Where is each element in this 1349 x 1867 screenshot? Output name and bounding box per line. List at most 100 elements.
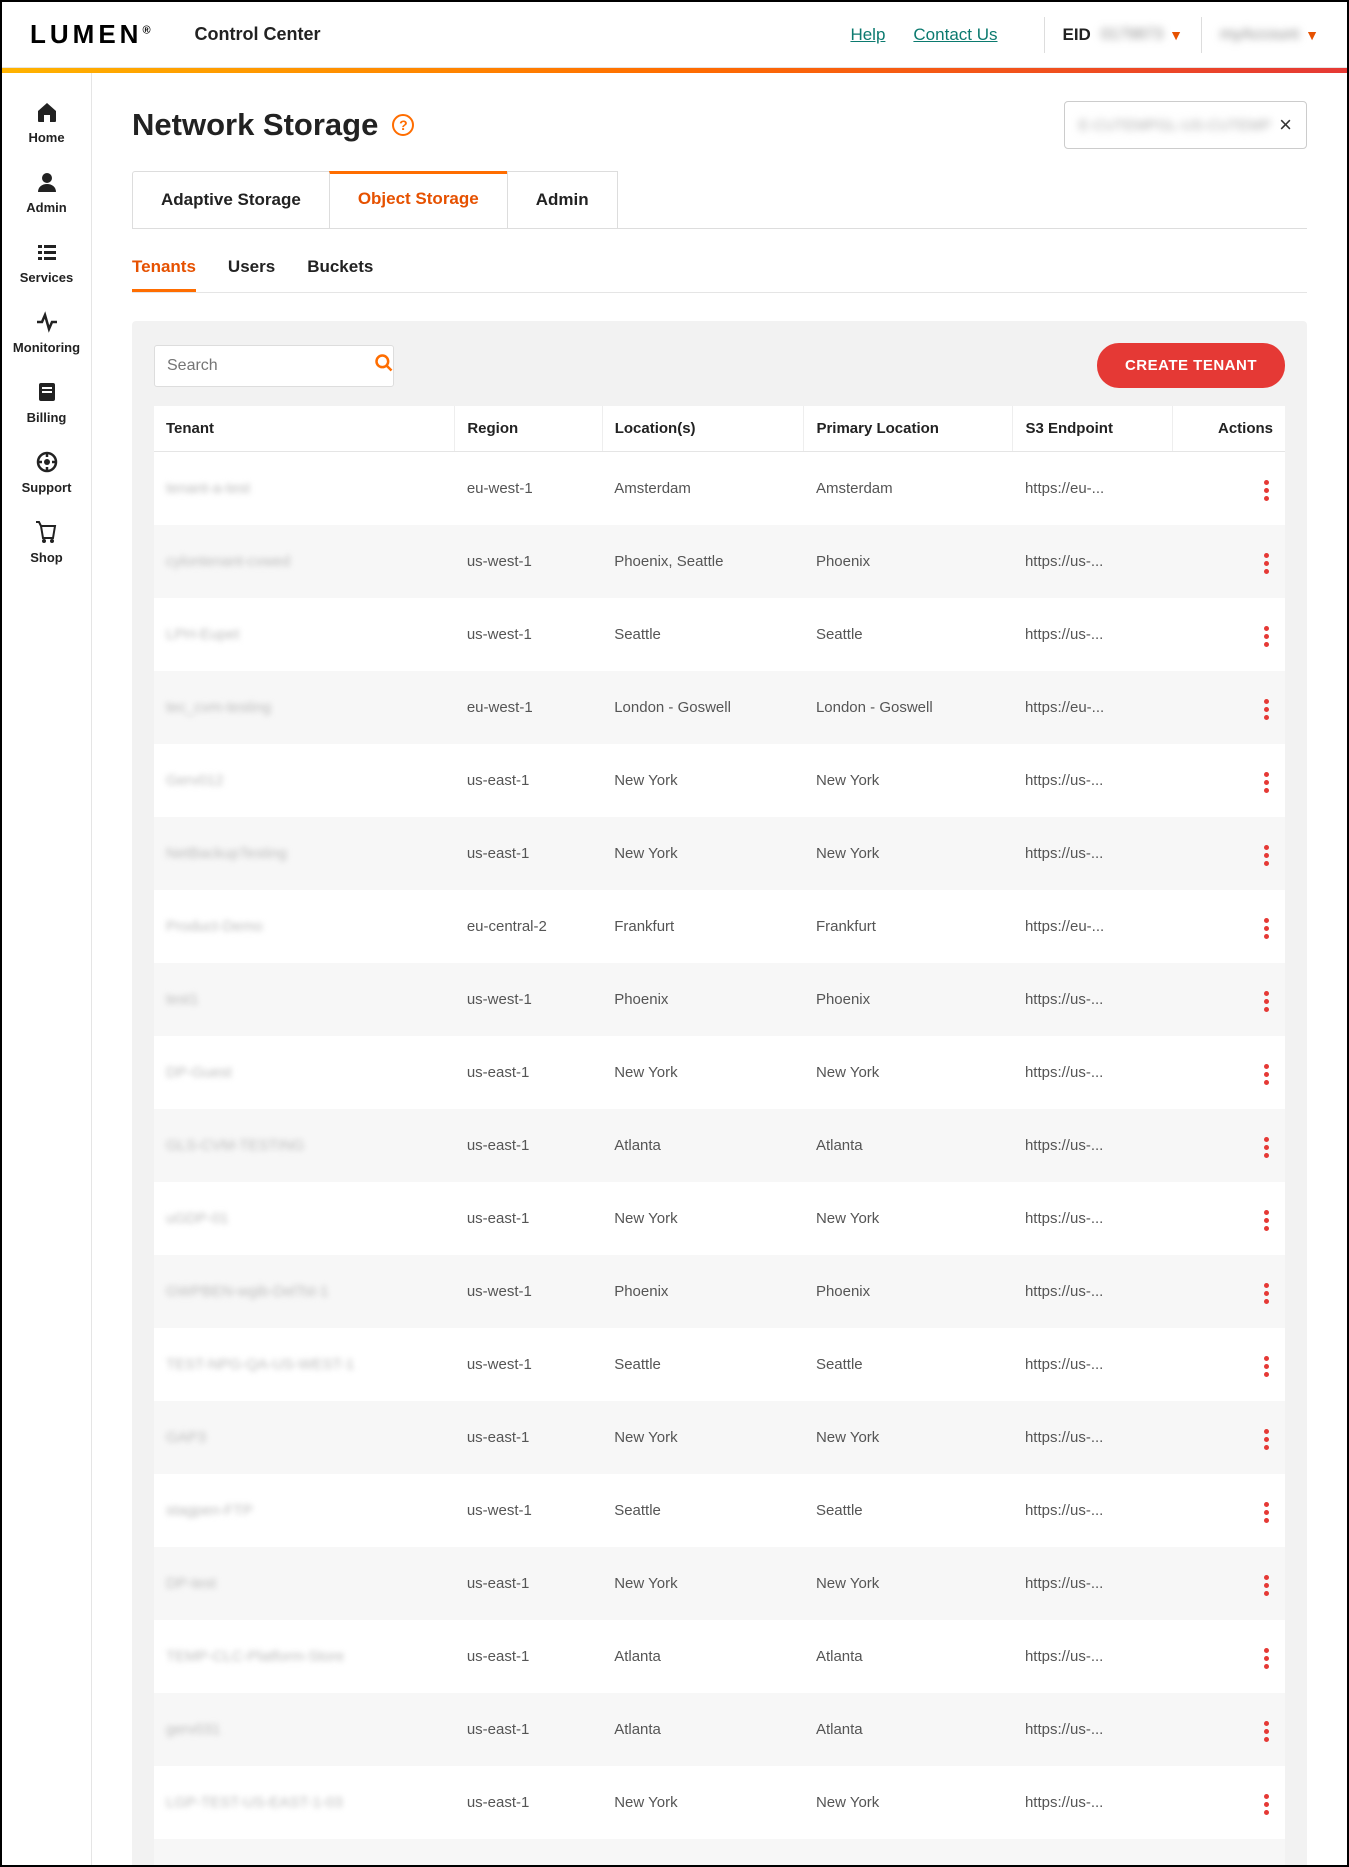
- row-actions-icon[interactable]: [1260, 1133, 1273, 1162]
- row-actions-icon[interactable]: [1260, 768, 1273, 797]
- table-row: Gerv012us-east-1New YorkNew Yorkhttps://…: [154, 744, 1285, 817]
- row-actions-icon[interactable]: [1260, 1206, 1273, 1235]
- sidebar-item-monitoring[interactable]: Monitoring: [2, 297, 91, 367]
- create-tenant-button[interactable]: CREATE TENANT: [1097, 343, 1285, 388]
- cell-region: us-east-1: [455, 1182, 602, 1255]
- sidebar-item-support[interactable]: Support: [2, 437, 91, 507]
- sidebar-item-billing[interactable]: Billing: [2, 367, 91, 437]
- context-selector[interactable]: E-CUTEMPGL-US-CUTEMP ×: [1064, 101, 1307, 149]
- app-title: Control Center: [195, 24, 321, 45]
- cell-locations: New York: [602, 817, 804, 890]
- help-link[interactable]: Help: [850, 25, 885, 45]
- home-icon: [35, 100, 59, 124]
- cell-primary: Phoenix: [804, 1255, 1013, 1328]
- cell-s3: https://us-...: [1013, 1839, 1172, 1865]
- cell-primary: Phoenix: [804, 525, 1013, 598]
- row-actions-icon[interactable]: [1260, 1498, 1273, 1527]
- row-actions-icon[interactable]: [1260, 1352, 1273, 1381]
- row-actions-icon[interactable]: [1260, 1863, 1273, 1865]
- col-primarylocation: Primary Location: [804, 406, 1013, 452]
- cell-s3: https://eu-...: [1013, 890, 1172, 963]
- cell-region: eu-central-2: [455, 890, 602, 963]
- cell-tenant: stagpen-FTP: [154, 1474, 455, 1547]
- cell-region: us-east-1: [455, 1766, 602, 1839]
- cell-primary: New York: [804, 1766, 1013, 1839]
- search-box[interactable]: [154, 345, 394, 387]
- table-row: Test-Tenant-03us-east-1Atlanta, New York…: [154, 1839, 1285, 1865]
- cell-region: us-east-1: [455, 744, 602, 817]
- cell-tenant: GLS-CVM-TESTING: [154, 1109, 455, 1182]
- cell-s3: https://us-...: [1013, 1620, 1172, 1693]
- tab-admin[interactable]: Admin: [507, 171, 618, 228]
- table-row: cylontenant-cvwedus-west-1Phoenix, Seatt…: [154, 525, 1285, 598]
- cell-region: us-east-1: [455, 1036, 602, 1109]
- cell-tenant: DP-Guest: [154, 1036, 455, 1109]
- row-actions-icon[interactable]: [1260, 1790, 1273, 1819]
- row-actions-icon[interactable]: [1260, 1060, 1273, 1089]
- sidebar-item-services[interactable]: Services: [2, 227, 91, 297]
- row-actions-icon[interactable]: [1260, 987, 1273, 1016]
- cell-tenant: GWPBEN-wgib-DelTst-1: [154, 1255, 455, 1328]
- cell-primary: New York: [804, 1547, 1013, 1620]
- admin-icon: [35, 170, 59, 194]
- table-row: DP-Guestus-east-1New YorkNew Yorkhttps:/…: [154, 1036, 1285, 1109]
- table-row: LPH-Eupetus-west-1SeattleSeattlehttps://…: [154, 598, 1285, 671]
- row-actions-icon[interactable]: [1260, 1425, 1273, 1454]
- cell-locations: Phoenix: [602, 1255, 804, 1328]
- contact-link[interactable]: Contact Us: [913, 25, 997, 45]
- row-actions-icon[interactable]: [1260, 1571, 1273, 1600]
- subtab-tenants[interactable]: Tenants: [132, 247, 196, 292]
- col-tenant: Tenant: [154, 406, 455, 452]
- cell-s3: https://us-...: [1013, 525, 1172, 598]
- table-row: NetBackupTestingus-east-1New YorkNew Yor…: [154, 817, 1285, 890]
- cell-region: eu-west-1: [455, 452, 602, 526]
- search-input[interactable]: [167, 357, 374, 375]
- cell-locations: New York: [602, 1401, 804, 1474]
- cell-tenant: DP-test: [154, 1547, 455, 1620]
- row-actions-icon[interactable]: [1260, 622, 1273, 651]
- primary-tabs: Adaptive StorageObject StorageAdmin: [132, 171, 1307, 229]
- row-actions-icon[interactable]: [1260, 1644, 1273, 1673]
- row-actions-icon[interactable]: [1260, 476, 1273, 505]
- subtab-buckets[interactable]: Buckets: [307, 247, 373, 292]
- cell-tenant: uGDP-01: [154, 1182, 455, 1255]
- sidebar-item-shop[interactable]: Shop: [2, 507, 91, 577]
- cell-tenant: TEST-NPG-QA-US-WEST-1: [154, 1328, 455, 1401]
- table-row: GLS-CVM-TESTINGus-east-1AtlantaAtlantaht…: [154, 1109, 1285, 1182]
- row-actions-icon[interactable]: [1260, 549, 1273, 578]
- cell-locations: Seattle: [602, 1474, 804, 1547]
- cell-region: us-east-1: [455, 1547, 602, 1620]
- sidebar-item-home[interactable]: Home: [2, 87, 91, 157]
- table-row: tec_cvm-testingeu-west-1London - Goswell…: [154, 671, 1285, 744]
- col-actions: Actions: [1172, 406, 1285, 452]
- table-row: gerv031us-east-1AtlantaAtlantahttps://us…: [154, 1693, 1285, 1766]
- cell-primary: Frankfurt: [804, 890, 1013, 963]
- cell-tenant: LGP-TEST-US-EAST-1-03: [154, 1766, 455, 1839]
- subtab-users[interactable]: Users: [228, 247, 275, 292]
- cell-s3: https://us-...: [1013, 1182, 1172, 1255]
- account-chevron-icon[interactable]: ▼: [1305, 27, 1319, 43]
- eid-chevron-icon[interactable]: ▼: [1169, 27, 1183, 43]
- row-actions-icon[interactable]: [1260, 841, 1273, 870]
- cell-region: us-east-1: [455, 817, 602, 890]
- close-icon[interactable]: ×: [1279, 112, 1292, 138]
- cell-locations: New York: [602, 1182, 804, 1255]
- search-icon[interactable]: [374, 353, 394, 379]
- tab-object-storage[interactable]: Object Storage: [329, 171, 508, 228]
- help-icon[interactable]: ?: [392, 114, 414, 136]
- cell-tenant: LPH-Eupet: [154, 598, 455, 671]
- row-actions-icon[interactable]: [1260, 1279, 1273, 1308]
- cell-tenant: Product-Demo: [154, 890, 455, 963]
- cell-locations: Phoenix, Seattle: [602, 525, 804, 598]
- table-row: DP-testus-east-1New YorkNew Yorkhttps://…: [154, 1547, 1285, 1620]
- col-region: Region: [455, 406, 602, 452]
- cell-region: us-west-1: [455, 963, 602, 1036]
- cell-s3: https://us-...: [1013, 1766, 1172, 1839]
- row-actions-icon[interactable]: [1260, 1717, 1273, 1746]
- row-actions-icon[interactable]: [1260, 695, 1273, 724]
- sidebar-item-admin[interactable]: Admin: [2, 157, 91, 227]
- cell-tenant: GAP3: [154, 1401, 455, 1474]
- row-actions-icon[interactable]: [1260, 914, 1273, 943]
- cell-region: us-east-1: [455, 1693, 602, 1766]
- tab-adaptive-storage[interactable]: Adaptive Storage: [132, 171, 330, 228]
